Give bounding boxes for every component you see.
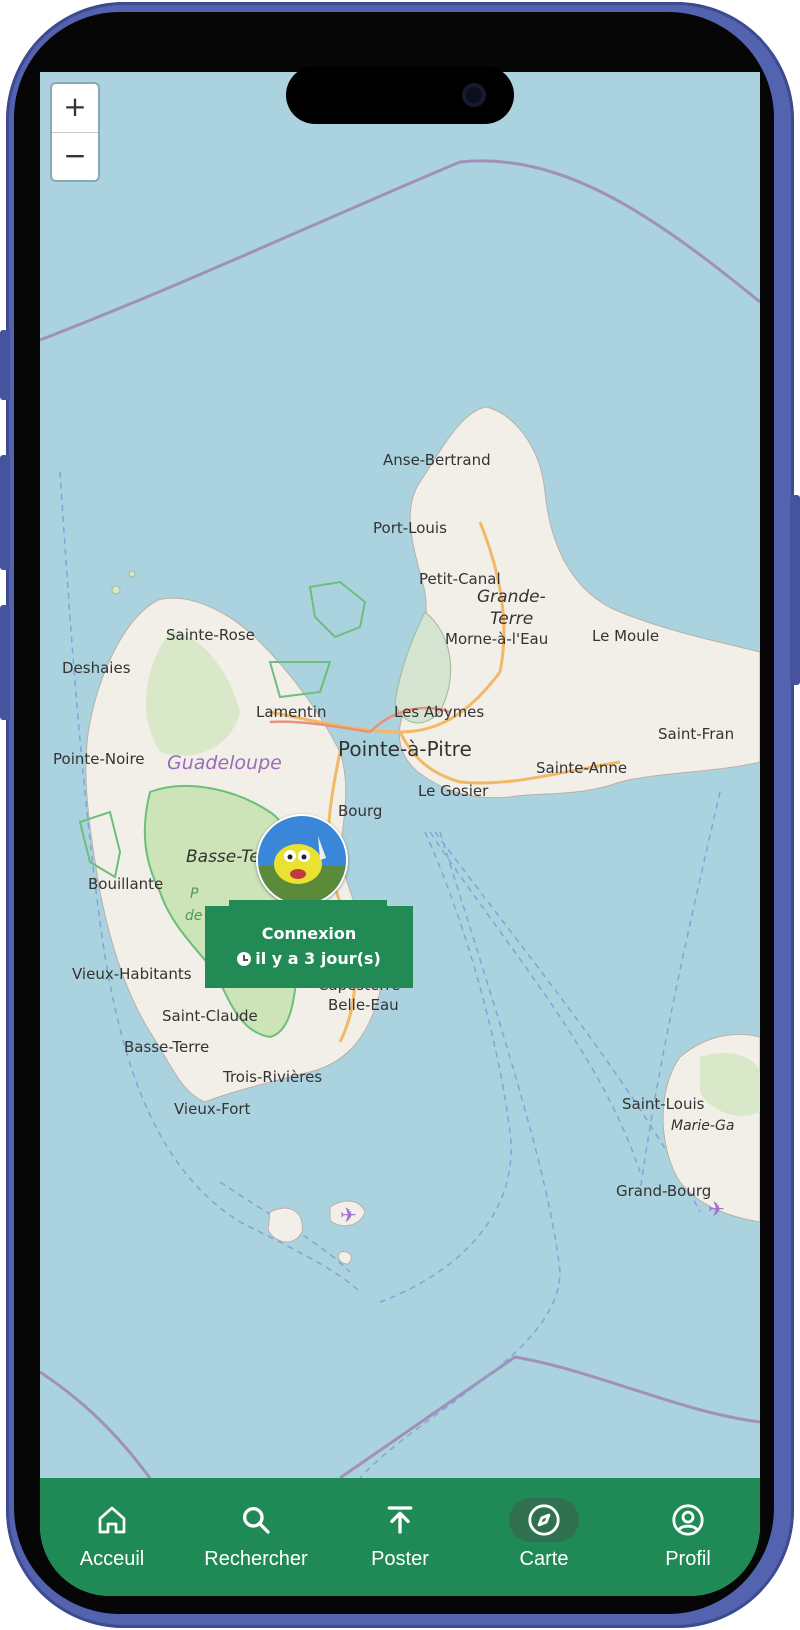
map-label: Bourg	[338, 802, 382, 820]
nav-item-carte[interactable]: Carte	[472, 1478, 616, 1596]
map-label: Le Moule	[592, 627, 659, 645]
map-label: Sainte-Anne	[536, 759, 627, 777]
zoom-in-button[interactable]: +	[52, 84, 98, 133]
svg-text:✈: ✈	[340, 1203, 357, 1227]
map-label-region: Marie-Ga	[671, 1118, 734, 1134]
screen: ✈ ✈ Anse-Bertrand Port-Louis Petit-Canal…	[40, 72, 760, 1596]
map-label: Petit-Canal	[419, 570, 501, 588]
nav-label: Poster	[371, 1548, 429, 1570]
map-label: Lamentin	[256, 703, 326, 721]
map-label-park: de	[185, 908, 203, 924]
map-label: Trois-Rivières	[222, 1068, 322, 1086]
map-label: Les Abymes	[394, 703, 484, 721]
map-label: Vieux-Fort	[174, 1100, 251, 1118]
map-label: Basse-Terre	[124, 1038, 209, 1056]
map-label: Port-Louis	[373, 519, 447, 537]
volume-up-button	[0, 455, 10, 570]
popup-time: il y a 3 jour(s)	[255, 949, 381, 968]
map-label: Vieux-Habitants	[72, 965, 192, 983]
front-camera	[462, 83, 486, 107]
user-avatar-marker[interactable]	[256, 814, 348, 906]
bottom-nav: Acceuil Rechercher Poster Carte Profil	[40, 1478, 760, 1596]
svg-text:✈: ✈	[708, 1197, 725, 1221]
power-button	[790, 495, 800, 685]
map-label: Grand-Bourg	[616, 1182, 711, 1200]
map-label: Saint-Claude	[162, 1007, 258, 1025]
search-icon	[221, 1498, 291, 1542]
home-icon	[77, 1498, 147, 1542]
map-label: Le Gosier	[418, 782, 489, 800]
compass-icon	[509, 1498, 579, 1542]
nav-item-rechercher[interactable]: Rechercher	[184, 1478, 328, 1596]
avatar-image	[258, 816, 346, 904]
nav-label: Acceuil	[79, 1548, 145, 1570]
map-label: Sainte-Rose	[166, 626, 255, 644]
profile-icon	[653, 1498, 723, 1542]
nav-label: Profil	[665, 1548, 711, 1570]
map-label-country: Guadeloupe	[167, 752, 282, 774]
nav-item-profil[interactable]: Profil	[616, 1478, 760, 1596]
popup-tab	[229, 900, 387, 910]
popup-time-row: il y a 3 jour(s)	[205, 949, 413, 968]
map-label-region: Grande-	[477, 587, 546, 607]
map-label-region: Terre	[490, 609, 533, 629]
map-label: Belle-Eau	[328, 996, 399, 1014]
map-label: Saint-Fran	[658, 725, 734, 743]
volume-down-button	[0, 605, 10, 720]
clock-icon	[237, 952, 252, 966]
connection-popup[interactable]: Connexion il y a 3 jour(s)	[205, 900, 413, 988]
nav-label: Carte	[519, 1548, 569, 1570]
map-label: Pointe-Noire	[53, 750, 145, 768]
dynamic-island	[286, 66, 514, 124]
map-tiles: ✈ ✈ Anse-Bertrand Port-Louis Petit-Canal…	[40, 72, 760, 1478]
map-label: Bouillante	[88, 875, 163, 893]
nav-item-acceuil[interactable]: Acceuil	[40, 1478, 184, 1596]
map[interactable]: ✈ ✈ Anse-Bertrand Port-Louis Petit-Canal…	[40, 72, 760, 1478]
upload-icon	[365, 1498, 435, 1542]
popup-title: Connexion	[261, 924, 357, 943]
map-label: Saint-Louis	[622, 1095, 705, 1113]
nav-label: Rechercher	[204, 1548, 308, 1570]
action-button	[0, 330, 10, 400]
nav-item-poster[interactable]: Poster	[328, 1478, 472, 1596]
map-label-park: P	[190, 886, 199, 902]
map-label: Morne-à-l'Eau	[445, 630, 548, 648]
map-label: Anse-Bertrand	[383, 451, 491, 469]
zoom-out-button[interactable]: −	[52, 133, 98, 181]
map-label: Deshaies	[62, 659, 131, 677]
map-label-city: Pointe-à-Pitre	[338, 737, 472, 761]
zoom-control: + −	[52, 84, 98, 180]
